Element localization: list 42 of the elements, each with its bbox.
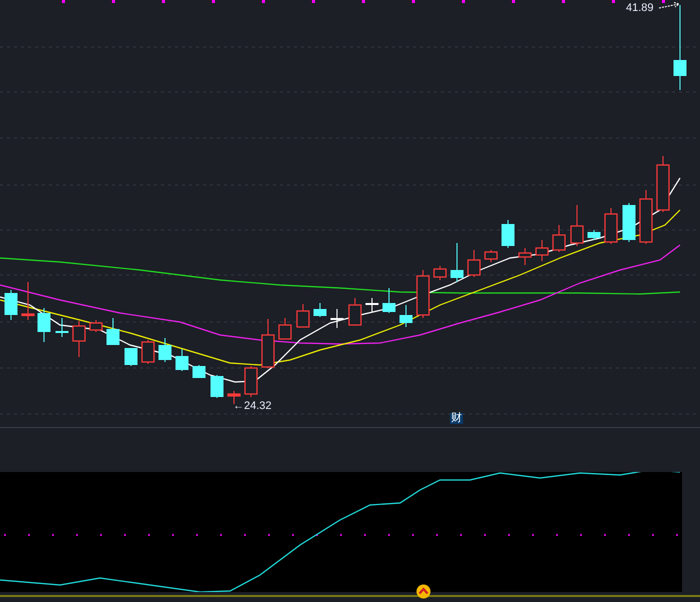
candlestick xyxy=(366,298,378,312)
candlestick xyxy=(330,308,344,328)
candlestick xyxy=(158,338,172,362)
candlestick xyxy=(176,348,188,372)
candlestick xyxy=(314,302,326,318)
high-price-label: 41.89 xyxy=(626,3,654,14)
candlestick xyxy=(604,208,618,244)
candlestick xyxy=(467,250,481,278)
candlestick xyxy=(124,348,138,366)
candlestick xyxy=(639,190,653,244)
candlestick xyxy=(588,230,600,240)
candlestick xyxy=(244,366,258,398)
candlestick xyxy=(502,220,514,248)
candlestick xyxy=(416,270,430,318)
candlestick xyxy=(72,320,86,358)
low-price-label: ←24.32 xyxy=(233,401,272,412)
candlestick xyxy=(210,374,224,398)
candlestick xyxy=(535,240,549,262)
candlestick xyxy=(400,304,412,328)
candlestick xyxy=(261,318,275,368)
candlestick xyxy=(89,320,103,332)
candlestick xyxy=(450,242,464,282)
candlestick xyxy=(38,308,50,342)
candlestick xyxy=(518,248,532,266)
candlestick xyxy=(348,298,362,326)
candlestick xyxy=(141,340,155,364)
candlestick xyxy=(278,318,292,340)
candlestick xyxy=(382,288,396,314)
candlestick xyxy=(192,364,206,378)
pointer-arrow-icon xyxy=(659,2,681,11)
event-marker[interactable]: 财 xyxy=(450,413,463,424)
candlestick xyxy=(552,224,566,252)
candlestick xyxy=(106,318,120,346)
candlestick xyxy=(622,202,636,242)
candlestick xyxy=(296,304,310,328)
candlestick xyxy=(656,156,670,212)
candlestick xyxy=(4,290,18,320)
candlestick xyxy=(570,204,584,246)
candlestick xyxy=(484,250,498,262)
candlestick xyxy=(56,318,68,338)
candlestick xyxy=(21,282,35,320)
candlestick xyxy=(433,266,447,280)
